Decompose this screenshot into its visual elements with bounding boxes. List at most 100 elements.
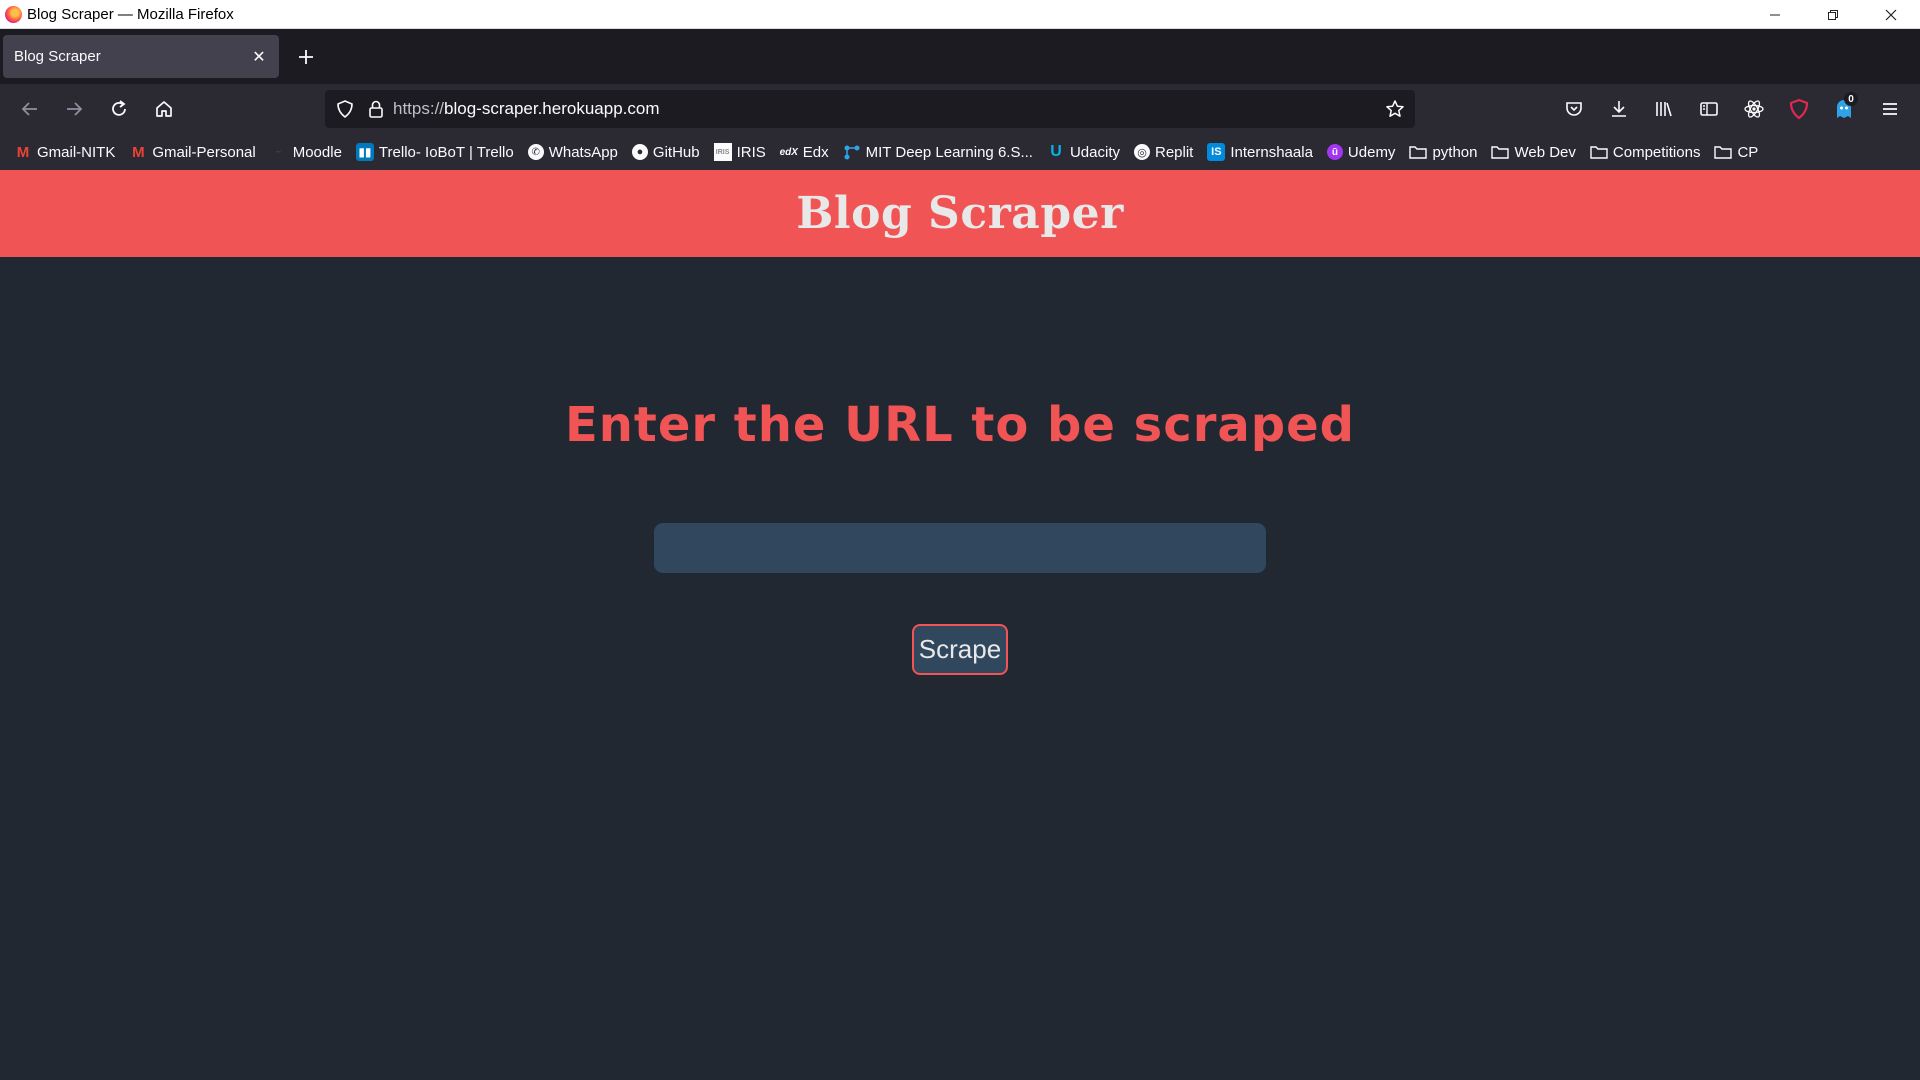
tab-blog-scraper[interactable]: Blog Scraper ✕ — [3, 35, 279, 78]
back-button[interactable] — [16, 95, 44, 123]
bookmark-iris[interactable]: IRIS IRIS — [713, 143, 766, 161]
bookmark-label: Udacity — [1069, 143, 1120, 161]
tab-close-icon[interactable]: ✕ — [251, 47, 267, 67]
bookmark-github[interactable]: ● GitHub — [631, 143, 700, 161]
bookmark-whatsapp[interactable]: ✆ WhatsApp — [527, 143, 618, 161]
bookmark-label: Web Dev — [1514, 143, 1576, 161]
bookmark-folder-competitions[interactable]: Competitions — [1590, 143, 1700, 161]
gmail-icon: M — [16, 143, 30, 161]
bookmark-label: Replit — [1155, 143, 1194, 161]
bookmark-mit-deep-learning[interactable]: MIT Deep Learning 6.S... — [843, 143, 1033, 161]
whatsapp-icon: ✆ — [527, 144, 544, 160]
bookmark-star-icon[interactable] — [1385, 99, 1405, 119]
iris-icon: IRIS — [713, 143, 732, 161]
pocket-icon — [1566, 102, 1582, 116]
forward-button[interactable] — [60, 95, 88, 123]
close-window-button[interactable] — [1862, 0, 1920, 29]
tracking-protection-shield-icon[interactable] — [335, 99, 355, 119]
bookmark-label: Internshaala — [1230, 143, 1313, 161]
bookmark-folder-python[interactable]: python — [1409, 143, 1477, 161]
edx-icon: edX — [779, 146, 798, 158]
restore-button[interactable] — [1804, 0, 1862, 29]
bookmark-folder-web-dev[interactable]: Web Dev — [1491, 143, 1576, 161]
sidebar-icon — [1700, 102, 1718, 116]
firefox-logo-icon — [5, 5, 22, 23]
navigation-toolbar: https://blog-scraper.herokuapp.com 0 — [0, 84, 1920, 134]
bookmark-udemy[interactable]: ū Udemy — [1326, 143, 1396, 161]
minimize-icon — [1770, 14, 1780, 15]
bookmark-label: WhatsApp — [548, 143, 618, 161]
sidebar-button[interactable] — [1695, 95, 1723, 123]
downloads-button[interactable] — [1605, 95, 1633, 123]
hamburger-menu-icon — [1883, 103, 1897, 115]
scrape-button[interactable]: Scrape — [912, 624, 1008, 675]
folder-icon — [1409, 143, 1428, 161]
home-icon — [156, 101, 172, 117]
folder-icon — [1590, 143, 1608, 161]
forward-arrow-icon — [67, 102, 83, 116]
window-title: Blog Scraper — Mozilla Firefox — [27, 5, 234, 23]
tab-strip: Blog Scraper ✕ — [0, 29, 1920, 84]
bookmark-trello[interactable]: ▮▮ Trello- IoBoT | Trello — [355, 143, 514, 161]
app-menu-button[interactable] — [1876, 95, 1904, 123]
react-devtools-button[interactable] — [1740, 95, 1768, 123]
bookmark-edx[interactable]: edX Edx — [780, 143, 829, 161]
mit-icon — [843, 143, 861, 161]
library-icon — [1656, 102, 1672, 117]
window-controls — [1746, 0, 1920, 29]
minimize-button[interactable] — [1746, 0, 1804, 29]
pocket-button[interactable] — [1560, 95, 1588, 123]
bookmark-label: Trello- IoBoT | Trello — [378, 143, 514, 161]
restore-icon — [1828, 9, 1838, 20]
folder-icon — [1491, 143, 1510, 161]
bookmark-label: Moodle — [292, 143, 342, 161]
bookmark-label: python — [1432, 143, 1478, 161]
shield-red-icon — [1789, 98, 1809, 120]
lock-icon[interactable] — [367, 99, 385, 119]
bookmark-label: GitHub — [652, 143, 700, 161]
bookmark-replit[interactable]: ◎ Replit — [1134, 144, 1193, 161]
bookmark-gmail-nitk[interactable]: M Gmail-NITK — [14, 143, 116, 161]
bookmark-label: Gmail-NITK — [37, 143, 116, 161]
tab-label: Blog Scraper — [14, 48, 101, 65]
page-title: Blog Scraper — [796, 188, 1124, 239]
folder-icon — [1714, 143, 1733, 161]
bookmark-udacity[interactable]: U Udacity — [1047, 143, 1120, 161]
plus-icon — [299, 50, 313, 64]
new-tab-button[interactable] — [292, 41, 320, 73]
react-atom-icon — [1744, 100, 1764, 118]
bookmark-label: Edx — [802, 143, 829, 161]
reload-icon — [112, 100, 126, 116]
page-header: Blog Scraper — [0, 170, 1920, 257]
bookmark-gmail-personal[interactable]: M Gmail-Personal — [129, 143, 256, 161]
address-bar[interactable]: https://blog-scraper.herokuapp.com — [325, 90, 1415, 128]
bookmark-folder-cp[interactable]: CP — [1714, 143, 1758, 161]
bookmarks-toolbar: M Gmail-NITK M Gmail-Personal ~ Moodle ▮▮ Tr… — [0, 134, 1920, 170]
trello-icon: ▮▮ — [355, 143, 374, 161]
bookmark-label: Udemy — [1347, 143, 1396, 161]
internshala-icon: IS — [1207, 143, 1226, 161]
replit-icon: ◎ — [1134, 144, 1150, 160]
url-text[interactable]: https://blog-scraper.herokuapp.com — [393, 99, 660, 119]
home-button[interactable] — [150, 95, 178, 123]
url-input[interactable] — [654, 523, 1266, 573]
ublock-button[interactable] — [1785, 95, 1813, 123]
bookmark-label: Gmail-Personal — [152, 143, 256, 161]
url-prompt-heading: Enter the URL to be scraped — [564, 397, 1356, 453]
bookmark-label: CP — [1737, 143, 1759, 161]
gmail-icon: M — [132, 143, 145, 161]
notification-count-badge: 0 — [1844, 92, 1858, 106]
github-icon: ● — [631, 144, 648, 160]
url-host: blog-scraper.herokuapp.com — [444, 99, 660, 118]
udemy-icon: ū — [1326, 144, 1343, 160]
bookmark-moodle[interactable]: ~ Moodle — [270, 143, 342, 161]
page-content: Blog Scraper Enter the URL to be scraped… — [0, 170, 1920, 1080]
window-title-bar: Blog Scraper — Mozilla Firefox — [0, 0, 1920, 29]
bookmark-internshaala[interactable]: IS Internshaala — [1207, 143, 1313, 161]
back-arrow-icon — [21, 102, 37, 116]
udacity-icon: U — [1050, 143, 1062, 160]
moodle-icon: ~ — [276, 147, 282, 157]
library-button[interactable] — [1650, 95, 1678, 123]
reload-button[interactable] — [105, 95, 133, 123]
url-scheme: https:// — [393, 99, 445, 118]
